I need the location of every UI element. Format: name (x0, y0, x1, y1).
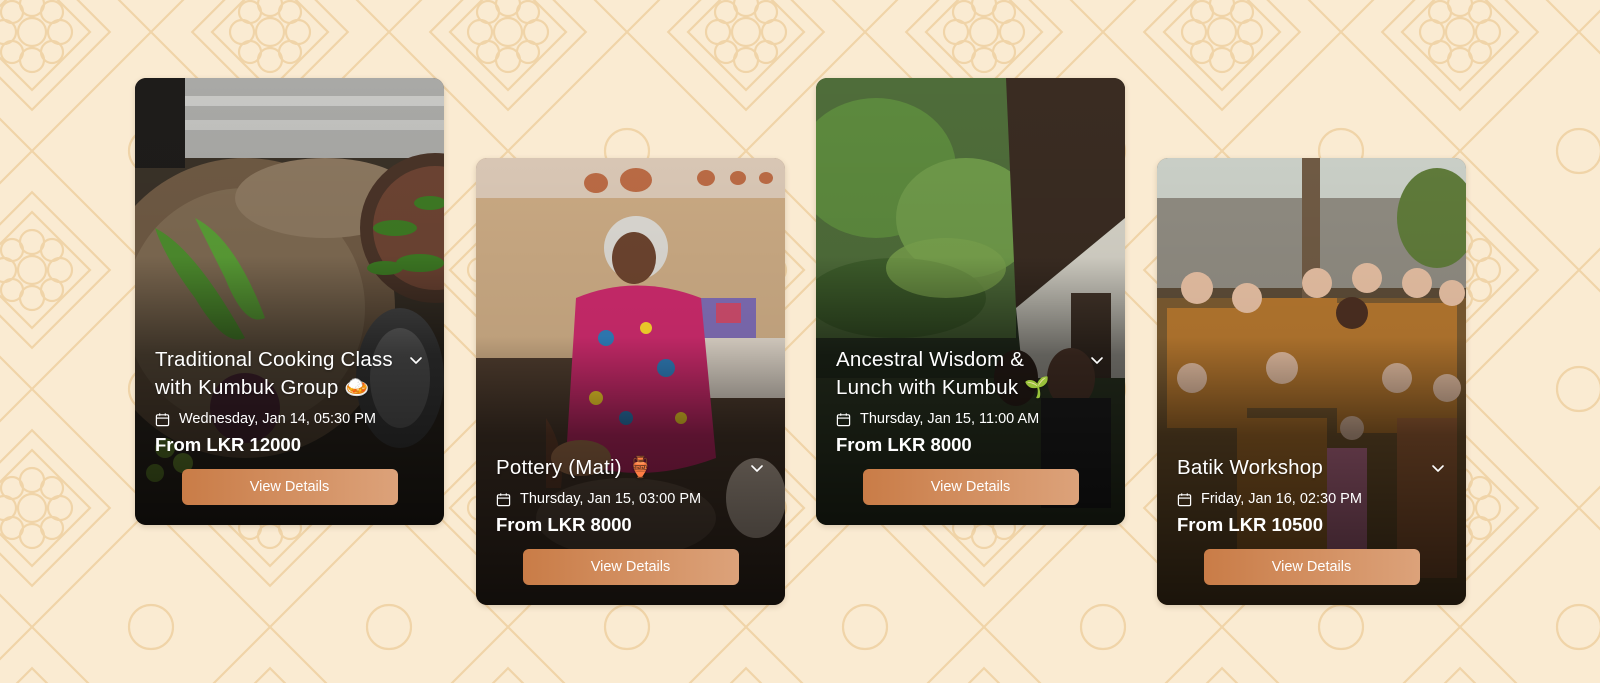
calendar-icon (155, 412, 170, 426)
event-title: Traditional Cooking Class with Kumbuk Gr… (155, 348, 393, 399)
card-info: Traditional Cooking Class with Kumbuk Gr… (155, 346, 424, 505)
event-card-cooking[interactable]: Traditional Cooking Class with Kumbuk Gr… (135, 78, 444, 525)
event-card-pottery[interactable]: Pottery (Mati) 🏺 Thursday, Jan 15, 03:00… (476, 158, 785, 605)
event-card-ancestral-wisdom[interactable]: Ancestral Wisdom & Lunch with Kumbuk 🌱 T… (816, 78, 1125, 525)
event-title: Ancestral Wisdom & Lunch with Kumbuk 🌱 (836, 348, 1050, 399)
calendar-icon (836, 412, 851, 426)
view-details-button[interactable]: View Details (1203, 549, 1420, 585)
card-info: Ancestral Wisdom & Lunch with Kumbuk 🌱 T… (836, 346, 1105, 505)
event-price: From LKR 12000 (155, 434, 301, 455)
view-details-button[interactable]: View Details (181, 469, 398, 505)
event-date: Thursday, Jan 15, 11:00 AM (860, 411, 1040, 427)
event-price: From LKR 8000 (496, 514, 632, 535)
event-card-batik[interactable]: Batik Workshop Friday, Jan 16, 02:30 PM … (1157, 158, 1466, 605)
chevron-down-icon[interactable] (1089, 352, 1105, 368)
event-date: Thursday, Jan 15, 03:00 PM (520, 491, 702, 507)
calendar-icon (1177, 492, 1192, 506)
view-details-button[interactable]: View Details (522, 549, 739, 585)
event-date: Wednesday, Jan 14, 05:30 PM (179, 411, 376, 427)
event-title: Batik Workshop (1177, 456, 1323, 479)
card-info: Pottery (Mati) 🏺 Thursday, Jan 15, 03:00… (496, 454, 765, 585)
event-price: From LKR 8000 (836, 434, 972, 455)
view-details-button[interactable]: View Details (862, 469, 1079, 505)
chevron-down-icon[interactable] (749, 460, 765, 476)
chevron-down-icon[interactable] (408, 352, 424, 368)
event-price: From LKR 10500 (1177, 514, 1323, 535)
event-title: Pottery (Mati) 🏺 (496, 456, 654, 479)
event-date: Friday, Jan 16, 02:30 PM (1201, 491, 1362, 507)
calendar-icon (496, 492, 511, 506)
chevron-down-icon[interactable] (1430, 460, 1446, 476)
card-info: Batik Workshop Friday, Jan 16, 02:30 PM … (1177, 454, 1446, 585)
